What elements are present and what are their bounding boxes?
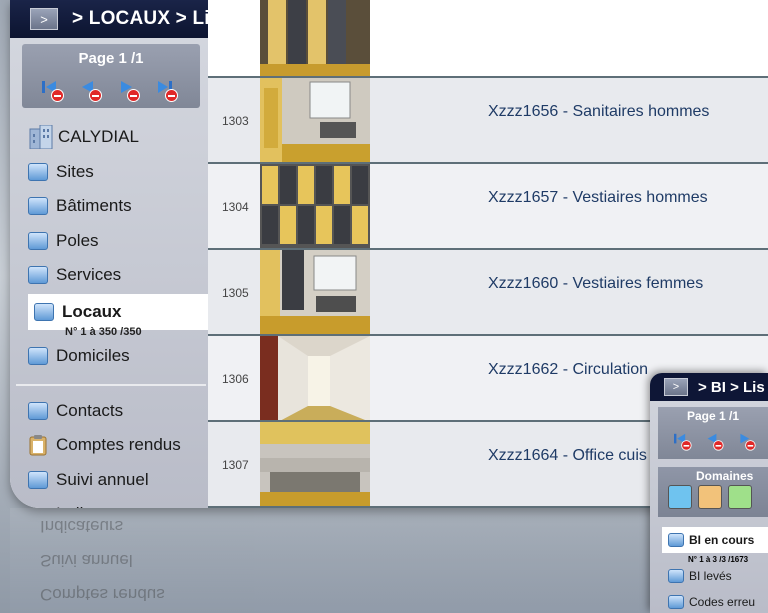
- window-reflection: Indicateurs Suivi annuel Comptes rendus: [10, 508, 650, 613]
- room-photo: [260, 164, 370, 250]
- window-icon: [28, 402, 48, 420]
- record-count: N° 1 à 350 /350: [65, 326, 142, 338]
- window-icon: [28, 347, 48, 365]
- reflection-label: Indicateurs: [40, 517, 124, 536]
- room-photo: [260, 250, 370, 336]
- brush-icon[interactable]: [668, 485, 692, 509]
- room-photo: [260, 0, 370, 76]
- sidebar: Page 1 /1 CALYDIAL Sites Bâtiments Poles…: [10, 38, 208, 508]
- sidebar-item-indicateurs[interactable]: Indicateurs: [28, 499, 139, 508]
- bi-breadcrumb: > BI > Lis: [698, 378, 765, 396]
- sidebar-item-services[interactable]: Services: [28, 260, 121, 290]
- sidebar-item-label: Domiciles: [56, 346, 130, 365]
- last-page-button[interactable]: [154, 78, 178, 102]
- list-item[interactable]: [208, 0, 768, 76]
- sidebar-item-locaux[interactable]: Locaux: [28, 294, 208, 330]
- bi-menu-toggle-button[interactable]: >: [664, 378, 688, 396]
- window-icon: [28, 163, 48, 181]
- bi-item-en-cours[interactable]: BI en cours: [668, 533, 754, 547]
- table-row[interactable]: 1304 Xzzz1657 - Vestiaires hommes: [208, 162, 768, 250]
- menu-toggle-button[interactable]: >: [30, 8, 58, 30]
- bi-item-label: Codes erreu: [689, 595, 756, 609]
- bi-first-page-button[interactable]: [672, 431, 692, 451]
- sidebar-item-label: Services: [56, 265, 122, 284]
- row-number: 1305: [222, 286, 249, 300]
- sidebar-item-contacts[interactable]: Contacts: [28, 396, 123, 426]
- sidebar-divider: [16, 384, 206, 386]
- room-name-link[interactable]: Xzzz1657 - Vestiaires hommes: [488, 189, 708, 207]
- sidebar-item-poles[interactable]: Poles: [28, 226, 99, 256]
- row-number: 1306: [222, 372, 249, 386]
- table-row[interactable]: 1305 Xzzz1660 - Vestiaires femmes: [208, 248, 768, 336]
- window-icon: [34, 303, 54, 321]
- window-icon: [28, 471, 48, 489]
- row-number: 1304: [222, 200, 249, 214]
- sidebar-item-label: Contacts: [56, 401, 124, 420]
- bi-page-indicator: Page 1 /1: [686, 409, 740, 423]
- sidebar-item-label: Poles: [56, 231, 99, 250]
- remote-icon[interactable]: [728, 485, 752, 509]
- row-number: 1307: [222, 458, 249, 472]
- sidebar-item-sites[interactable]: Sites: [28, 157, 94, 187]
- bi-record-count: N° 1 à 3 /3 /1673: [688, 555, 749, 564]
- building-icon: [29, 125, 53, 149]
- room-photo: [260, 336, 370, 422]
- row-number: 1303: [222, 114, 249, 128]
- window-icon: [28, 266, 48, 284]
- first-page-button[interactable]: [40, 78, 64, 102]
- next-page-button[interactable]: [116, 78, 140, 102]
- room-photo: [260, 78, 370, 164]
- page-indicator: Page 1 /1: [78, 50, 144, 67]
- bi-pager: Page 1 /1: [658, 407, 768, 459]
- clipboard-icon: [29, 435, 47, 456]
- sidebar-item-label: Locaux: [62, 302, 122, 321]
- bi-item-label: BI levés: [689, 569, 732, 583]
- window-icon: [668, 595, 684, 609]
- window-icon: [28, 197, 48, 215]
- bi-window[interactable]: > > BI > Lis Page 1 /1 Domaines BI en co…: [650, 373, 768, 613]
- bi-title-bar: > > BI > Lis: [650, 373, 768, 401]
- window-icon: [668, 533, 684, 547]
- table-row[interactable]: 1303 Xzzz1656 - Sanitaires hommes: [208, 76, 768, 164]
- reflection-label: Suivi annuel: [40, 551, 133, 570]
- sidebar-item-label: Comptes rendus: [56, 435, 181, 454]
- sidebar-item-batiments[interactable]: Bâtiments: [28, 191, 132, 221]
- bi-item-codes-erreur[interactable]: Codes erreu: [668, 595, 755, 609]
- hammer-icon[interactable]: [698, 485, 722, 509]
- reflection-label: Comptes rendus: [40, 585, 165, 604]
- room-name-link[interactable]: Xzzz1662 - Circulation: [488, 361, 648, 379]
- room-name-link[interactable]: Xzzz1664 - Office cuis: [488, 447, 647, 465]
- previous-page-button[interactable]: [78, 78, 102, 102]
- sidebar-item-label: Suivi annuel: [56, 470, 149, 489]
- sidebar-item-domiciles[interactable]: Domiciles: [28, 341, 130, 371]
- domains-label: Domaines: [696, 469, 754, 483]
- sidebar-item-comptes-rendus[interactable]: Comptes rendus: [28, 430, 181, 460]
- pager: Page 1 /1: [22, 44, 200, 108]
- bi-previous-page-button[interactable]: [704, 431, 724, 451]
- bi-item-leves[interactable]: BI levés: [668, 569, 732, 583]
- sidebar-item-suivi-annuel[interactable]: Suivi annuel: [28, 465, 149, 495]
- window-icon: [668, 569, 684, 583]
- bi-item-label: BI en cours: [689, 533, 755, 547]
- room-photo: [260, 422, 370, 508]
- sidebar-item-calydial[interactable]: CALYDIAL: [28, 122, 139, 152]
- sidebar-item-label: Sites: [56, 162, 94, 181]
- sidebar-item-label: Bâtiments: [56, 196, 132, 215]
- bi-next-page-button[interactable]: [736, 431, 756, 451]
- window-icon: [28, 232, 48, 250]
- domains-panel: Domaines: [658, 467, 768, 517]
- sidebar-item-label: CALYDIAL: [58, 127, 139, 146]
- room-name-link[interactable]: Xzzz1656 - Sanitaires hommes: [488, 103, 709, 121]
- room-name-link[interactable]: Xzzz1660 - Vestiaires femmes: [488, 275, 703, 293]
